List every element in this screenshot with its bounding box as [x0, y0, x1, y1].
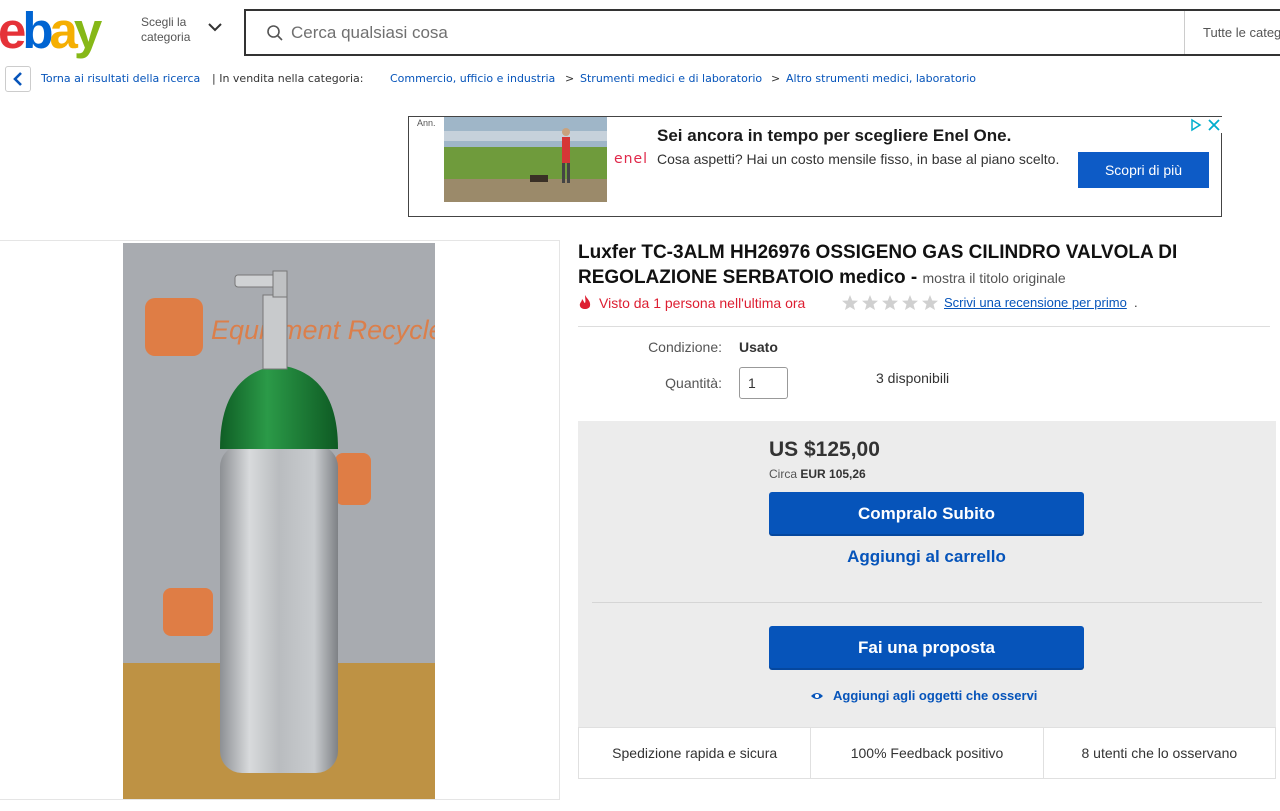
product-image: Equipment Recycle: [123, 243, 435, 799]
breadcrumb: Torna ai risultati della ricerca | In ve…: [0, 66, 1280, 92]
title-separator: -: [910, 267, 918, 288]
available-count: 3 disponibili: [876, 370, 950, 386]
category-button-label: Scegli la categoria: [141, 15, 191, 44]
ad-body: Cosa aspetti? Hai un costo mensile fisso…: [657, 151, 1060, 167]
search-bar: Tutte le categorie: [244, 9, 1280, 56]
trust-item-watchers: 8 utenti che lo osservano: [1081, 745, 1238, 761]
ebay-logo[interactable]: ebay: [0, 3, 102, 59]
breadcrumb-arrow: >: [771, 72, 781, 85]
category-label: | In vendita nella categoria:: [212, 72, 364, 85]
divider: [592, 602, 1262, 603]
quantity-input[interactable]: [739, 367, 788, 399]
product-image-container[interactable]: Equipment Recycle: [0, 240, 560, 800]
watermark-text: Equipment Recycle: [211, 315, 435, 345]
product-title: Luxfer TC-3ALM HH26976 OSSIGENO GAS CILI…: [578, 240, 1268, 291]
activity-line: Visto da 1 persona nell'ultima ora Scriv…: [578, 293, 1268, 315]
quantity-label: Quantità:: [665, 375, 722, 391]
breadcrumb-item-3[interactable]: Altro strumenti medici, laboratorio: [786, 72, 976, 85]
trust-item-feedback: 100% Feedback positivo: [811, 728, 1044, 778]
approx-price: Circa EUR 105,26: [769, 467, 866, 481]
shop-by-category-button[interactable]: Scegli la categoria: [141, 15, 231, 47]
show-original-title-link[interactable]: mostra il titolo originale: [923, 270, 1066, 286]
ad-image: [444, 117, 607, 202]
search-icon: [267, 25, 283, 41]
breadcrumb-item-1[interactable]: Commercio, ufficio e industria: [390, 72, 555, 85]
breadcrumb-item-2[interactable]: Strumenti medici e di laboratorio: [580, 72, 762, 85]
review-link-period: .: [1134, 295, 1138, 310]
recently-viewed-text: Visto da 1 persona nell'ultima ora: [599, 295, 806, 311]
make-offer-button[interactable]: Fai una proposta: [769, 626, 1084, 670]
condition-value: Usato: [739, 339, 778, 355]
condition-label: Condizione:: [648, 339, 722, 355]
category-select[interactable]: Tutte le categorie: [1184, 11, 1280, 54]
buy-box: US $125,00 Circa EUR 105,26 Compralo Sub…: [578, 421, 1276, 779]
ad-brand-logo: enel: [614, 151, 648, 167]
fire-icon: [579, 295, 591, 309]
buy-now-button[interactable]: Compralo Subito: [769, 492, 1084, 536]
divider: [578, 326, 1270, 327]
rating-stars-icon: [842, 295, 938, 310]
back-to-results-link[interactable]: Torna ai risultati della ricerca: [41, 72, 200, 85]
search-input[interactable]: [291, 17, 1171, 49]
chevron-left-icon: [13, 72, 22, 86]
advertisement[interactable]: Ann. enel Sei ancora in tempo per scegli…: [408, 116, 1222, 217]
add-to-watchlist-link[interactable]: Aggiungi agli oggetti che osservi: [810, 688, 1037, 703]
ad-label: Ann.: [417, 118, 436, 128]
chevron-down-icon: [208, 23, 222, 32]
eye-icon: [811, 693, 823, 699]
price: US $125,00: [769, 438, 880, 461]
header: ebay Scegli la categoria Tutte le catego…: [0, 0, 1280, 62]
add-to-cart-button[interactable]: Aggiungi al carrello: [769, 547, 1084, 567]
product-title-text: Luxfer TC-3ALM HH26976 OSSIGENO GAS CILI…: [578, 242, 1178, 288]
write-review-link[interactable]: Scrivi una recensione per primo: [944, 295, 1127, 310]
ad-headline: Sei ancora in tempo per scegliere Enel O…: [657, 126, 1012, 145]
adchoices-close-icon[interactable]: [1188, 117, 1222, 133]
trust-bar: Spedizione rapida e sicura 100% Feedback…: [578, 727, 1276, 779]
breadcrumb-arrow: >: [565, 72, 575, 85]
trust-item-shipping: Spedizione rapida e sicura: [579, 728, 812, 778]
ad-cta-button[interactable]: Scopri di più: [1078, 152, 1209, 188]
back-button[interactable]: [5, 66, 31, 92]
